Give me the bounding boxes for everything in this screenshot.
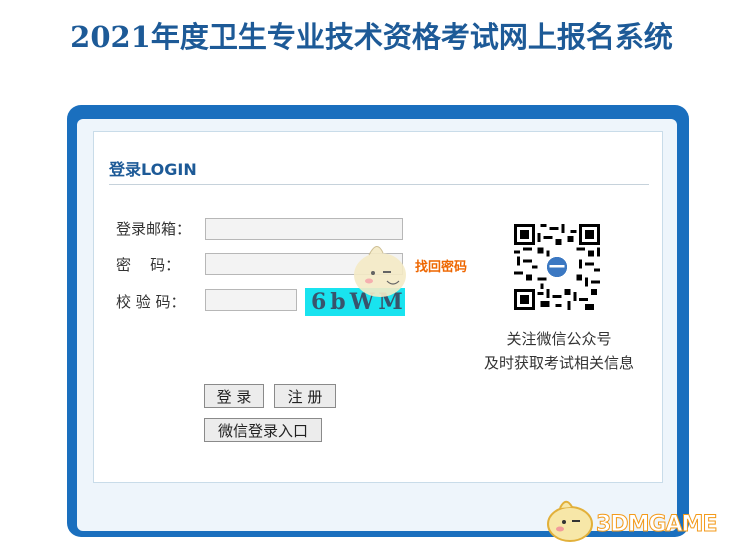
login-box: 登录LOGIN 登录邮箱： 密 码： 校 验 码： 6bWMeC 找回密码 登 … <box>93 131 663 483</box>
login-heading: 登录LOGIN <box>109 160 197 179</box>
watermark-mascot-icon <box>547 500 593 542</box>
watermark-text: 3DMGAME <box>595 512 717 538</box>
login-button[interactable]: 登 录 <box>204 384 264 408</box>
register-button[interactable]: 注 册 <box>274 384 336 408</box>
wechat-login-button[interactable]: 微信登录入口 <box>204 418 322 442</box>
heading-divider <box>109 184 649 185</box>
qr-caption-line1: 关注微信公众号 <box>506 330 612 348</box>
page-title: 2021年度卫生专业技术资格考试网上报名系统 <box>70 20 673 54</box>
captcha-input[interactable] <box>205 289 297 311</box>
captcha-label: 校 验 码： <box>116 293 186 311</box>
mascot-watermark-icon <box>354 246 406 297</box>
email-label: 登录邮箱： <box>116 220 192 238</box>
forgot-password-link[interactable]: 找回密码 <box>415 256 467 275</box>
password-label: 密 码： <box>116 256 181 274</box>
wechat-qr-code <box>514 224 600 310</box>
qr-caption-line2: 及时获取考试相关信息 <box>483 354 634 372</box>
login-panel: 登录LOGIN 登录邮箱： 密 码： 校 验 码： 6bWMeC 找回密码 登 … <box>77 119 677 531</box>
login-frame: 登录LOGIN 登录邮箱： 密 码： 校 验 码： 6bWMeC 找回密码 登 … <box>67 105 689 537</box>
